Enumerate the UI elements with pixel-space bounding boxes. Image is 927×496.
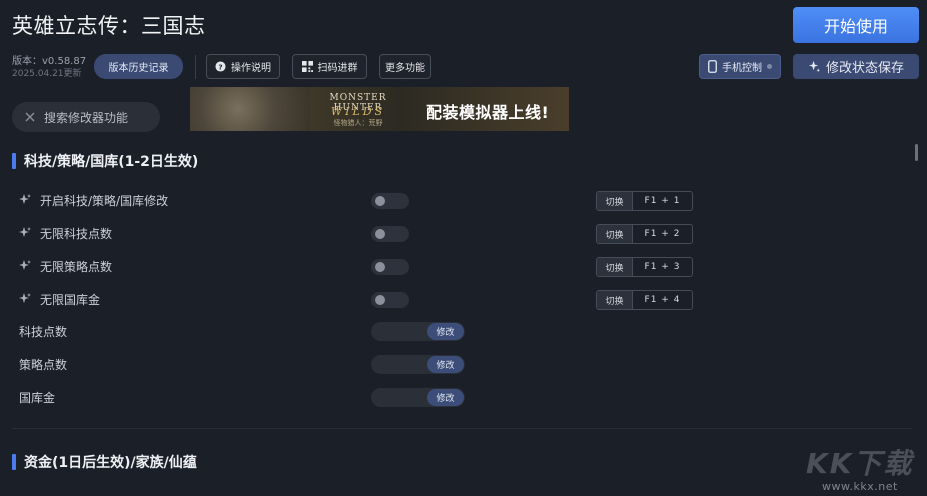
toggle-label: 开启科技/策略/国库修改 [40, 193, 169, 208]
phone-control-button[interactable]: 手机控制 [699, 54, 781, 79]
value-input[interactable]: 修改 [371, 388, 465, 407]
hotkey-switch-button[interactable]: 切换 [597, 258, 633, 276]
toggle-knob [375, 295, 385, 305]
watermark: KK下载 www.kkx.net [800, 438, 927, 496]
input-row-label: 科技点数 [19, 324, 68, 339]
toggle-row-label: 无限科技点数 [18, 224, 112, 242]
hotkey-switch-button[interactable]: 切换 [597, 291, 633, 309]
section-accent-bar [12, 454, 16, 470]
sparkle-icon [19, 227, 31, 237]
banner-game-subtitle: WILDS [330, 105, 386, 118]
save-label: 修改状态保存 [825, 61, 904, 76]
modify-button[interactable]: 修改 [427, 389, 464, 406]
sparkle-icon [19, 260, 31, 270]
toggle-label: 无限国库金 [40, 292, 101, 307]
hotkey-value: F1 + 4 [644, 295, 681, 305]
hotkey-value: F1 + 1 [644, 196, 681, 206]
scrollbar[interactable] [915, 144, 918, 161]
phone-label: 手机控制 [722, 63, 762, 74]
value-input[interactable]: 修改 [371, 355, 465, 374]
section-title: 资金(1日后生效)/家族/仙蕴 [24, 455, 197, 471]
qr-code-icon [301, 61, 313, 72]
banner-artwork [190, 87, 310, 131]
modify-button[interactable]: 修改 [427, 323, 464, 340]
clear-icon [25, 112, 35, 122]
toggle-row-label: 无限策略点数 [18, 257, 112, 275]
toggle-knob [375, 229, 385, 239]
help-icon: ? [215, 61, 226, 72]
save-state-button[interactable]: 修改状态保存 [793, 54, 919, 79]
toggle-switch[interactable] [371, 226, 409, 242]
version-date: 2025.04.21更新 [12, 69, 82, 79]
banner-promo-text: 配装模拟器上线! [426, 103, 550, 122]
value-input[interactable]: 修改 [371, 322, 465, 341]
toggle-label: 无限策略点数 [40, 259, 113, 274]
hotkey-control[interactable]: 切换 F1 + 3 [596, 257, 693, 277]
version-number: 版本：v0.58.87 [12, 56, 87, 67]
toggle-switch[interactable] [371, 259, 409, 275]
toggle-row-label: 无限国库金 [18, 290, 100, 308]
version-info: 版本：v0.58.87 2025.04.21更新 [12, 56, 86, 80]
hotkey-switch-button[interactable]: 切换 [597, 225, 633, 243]
section-header: 资金(1日后生效)/家族/仙蕴 [12, 452, 197, 472]
qr-group-button[interactable]: 扫码进群 [292, 54, 367, 79]
sparkle-icon [19, 293, 31, 303]
watermark-logo: KK下载 [806, 447, 914, 480]
hotkey-value: F1 + 3 [644, 262, 681, 272]
section-title: 科技/策略/国库(1-2日生效) [24, 154, 199, 170]
version-history-button[interactable]: 版本历史记录 [94, 54, 183, 79]
toggle-knob [375, 262, 385, 272]
ad-banner[interactable]: MONSTER HUNTER WILDS 怪物猎人：荒野 配装模拟器上线! [190, 87, 569, 131]
hotkey-control[interactable]: 切换 F1 + 1 [596, 191, 693, 211]
search-placeholder: 搜索修改器功能 [44, 110, 129, 125]
modify-button[interactable]: 修改 [427, 356, 464, 373]
more-features-button[interactable]: 更多功能 [379, 54, 431, 79]
manual-button[interactable]: ? 操作说明 [206, 54, 280, 79]
toggle-row-label: 开启科技/策略/国库修改 [18, 191, 168, 209]
section-divider [12, 428, 912, 429]
toggle-label: 无限科技点数 [40, 226, 113, 241]
hotkey-control[interactable]: 切换 F1 + 4 [596, 290, 693, 310]
sparkle-icon [19, 194, 31, 204]
toolbar-divider [195, 55, 196, 79]
hotkey-control[interactable]: 切换 F1 + 2 [596, 224, 693, 244]
section-accent-bar [12, 153, 16, 169]
status-dot [767, 64, 772, 69]
qr-label: 扫码进群 [317, 63, 358, 74]
watermark-url: www.kkx.net [822, 480, 898, 493]
banner-game-cn-title: 怪物猎人：荒野 [333, 119, 383, 127]
toggle-switch[interactable] [371, 193, 409, 209]
toggle-switch[interactable] [371, 292, 409, 308]
window-title: 英雄立志传：三国志 [12, 14, 206, 38]
manual-label: 操作说明 [231, 63, 271, 74]
hotkey-switch-button[interactable]: 切换 [597, 192, 633, 210]
search-input[interactable]: 搜索修改器功能 [12, 102, 160, 132]
toggle-knob [375, 196, 385, 206]
start-button[interactable]: 开始使用 [793, 7, 919, 43]
input-row-label: 国库金 [19, 390, 56, 405]
sparkle-icon [808, 60, 821, 73]
input-row-label: 策略点数 [19, 357, 68, 372]
section-header: 科技/策略/国库(1-2日生效) [12, 151, 198, 171]
svg-text:?: ? [218, 62, 222, 71]
phone-icon [708, 60, 717, 73]
hotkey-value: F1 + 2 [644, 229, 681, 239]
